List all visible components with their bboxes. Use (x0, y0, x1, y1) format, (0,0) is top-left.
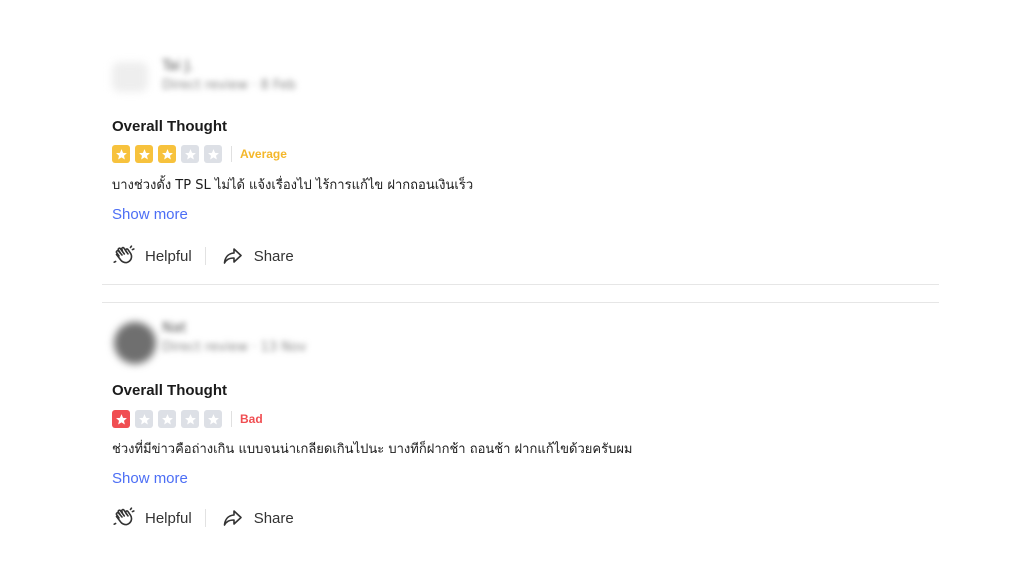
review-card: Tai J. Direct review · 8 Feb Overall Tho… (112, 56, 942, 265)
review-meta: Direct review · 8 Feb (162, 78, 296, 93)
star-icon (204, 145, 222, 163)
helpful-button[interactable]: Helpful (112, 506, 192, 530)
star-icon (204, 410, 222, 428)
star-icon (158, 410, 176, 428)
rating-label: Average (240, 147, 287, 161)
star-icon (181, 410, 199, 428)
divider (231, 411, 232, 427)
share-button[interactable]: Share (221, 244, 294, 268)
star-icon (181, 145, 199, 163)
share-button[interactable]: Share (221, 506, 294, 530)
share-arrow-icon (223, 510, 242, 526)
share-arrow-icon (223, 248, 242, 264)
review-title: Overall Thought (112, 118, 228, 135)
divider (102, 302, 939, 303)
star-icon (135, 410, 153, 428)
helpful-label: Helpful (145, 247, 192, 265)
review-actions: Helpful Share (112, 506, 294, 530)
reviewer-name: Tai J. (162, 58, 194, 74)
share-label: Share (253, 247, 294, 265)
reviewer-name: Nat (162, 320, 187, 336)
star-icon (135, 145, 153, 163)
helpful-button[interactable]: Helpful (112, 244, 192, 268)
clap-hands-icon (113, 245, 135, 264)
clap-hands-icon (113, 507, 135, 526)
review-title: Overall Thought (112, 382, 228, 399)
reviewer-info: Nat Direct review · 13 Nov (112, 318, 942, 364)
share-label: Share (253, 509, 294, 527)
show-more-link[interactable]: Show more (112, 470, 188, 487)
rating-label: Bad (240, 412, 263, 426)
divider (102, 284, 939, 285)
divider (204, 247, 206, 265)
star-icon (158, 145, 176, 163)
helpful-label: Helpful (145, 509, 192, 527)
review-text: ช่วงที่มีข่าวคือถ่างเกิน แบบจนน่าเกลียดเ… (112, 442, 633, 457)
star-rating: Bad (112, 409, 263, 429)
reviewer-info: Tai J. Direct review · 8 Feb (112, 56, 942, 100)
divider (204, 509, 206, 527)
review-text: บางช่วงดั้ง TP SL ไม่ได้ แจ้งเรื่องไป ไร… (112, 178, 474, 193)
review-meta: Direct review · 13 Nov (162, 340, 307, 355)
star-rating: Average (112, 144, 287, 164)
avatar (112, 62, 148, 92)
review-card: Nat Direct review · 13 Nov Overall Thoug… (112, 318, 942, 527)
show-more-link[interactable]: Show more (112, 206, 188, 223)
divider (231, 146, 232, 162)
review-actions: Helpful Share (112, 244, 294, 268)
avatar (114, 322, 156, 364)
star-icon (112, 410, 130, 428)
star-icon (112, 145, 130, 163)
